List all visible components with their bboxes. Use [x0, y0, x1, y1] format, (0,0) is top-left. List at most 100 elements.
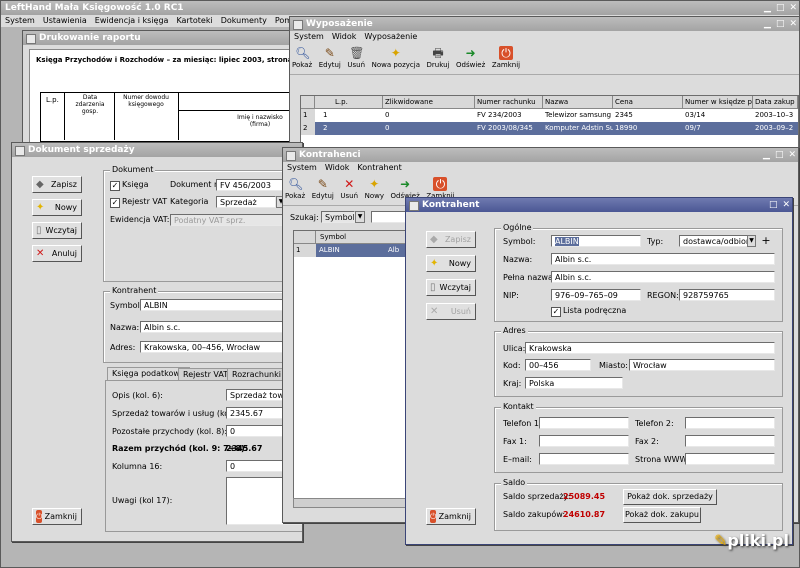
show-sales-documents-button[interactable]: Pokaż dok. sprzedaży — [623, 489, 717, 505]
dropdown-arrow-icon[interactable]: ▼ — [747, 235, 756, 247]
menu-system[interactable]: System — [290, 31, 328, 43]
ledger-checkbox[interactable]: ✓ — [110, 181, 120, 191]
column-header[interactable]: Cena — [613, 96, 683, 109]
refresh-button[interactable]: ➜ Odśwież — [456, 45, 485, 69]
edit-button[interactable]: ✎ Edytuj — [312, 176, 334, 200]
street-field[interactable]: Krakowska — [525, 342, 775, 354]
search-field-select[interactable]: Symbol — [321, 211, 355, 223]
new-button[interactable]: ✦ Nowy — [32, 199, 82, 216]
nip-field[interactable]: 976–09–765–09 — [551, 289, 641, 301]
delete-button[interactable]: ✕ Usuń — [340, 176, 358, 200]
delete-button[interactable]: ✕ Usuń — [426, 303, 476, 320]
contractors-title: Kontrahenci — [299, 150, 361, 160]
new-button[interactable]: ✦ Nowy — [426, 255, 476, 272]
report-col-number: Numer dowodu księgowego — [123, 94, 169, 108]
contractors-titlebar[interactable]: Kontrahenci ▁ □ ✕ — [283, 148, 798, 162]
document-number-field[interactable]: FV 456/2003 — [216, 179, 286, 191]
new-item-button[interactable]: ✦ Nowa pozycja — [372, 45, 420, 69]
menu-view[interactable]: Widok — [321, 162, 354, 174]
quick-list-checkbox[interactable]: ✓ — [551, 307, 561, 317]
new-star-icon: ✦ — [36, 202, 45, 213]
column-header[interactable]: Numer rachunku — [475, 96, 543, 109]
postal-code-field[interactable]: 00–456 — [525, 359, 591, 371]
full-name-field[interactable]: Albin s.c. — [551, 271, 775, 283]
phone2-field[interactable] — [685, 417, 775, 429]
load-button[interactable]: ▯ Wczytaj — [426, 279, 476, 296]
show-button[interactable]: 🔍︎ Pokaż — [285, 176, 305, 200]
menu-view[interactable]: Widok — [328, 31, 361, 43]
horizontal-scrollbar[interactable] — [293, 498, 411, 508]
column-header[interactable]: Nazwa — [543, 96, 613, 109]
delete-button[interactable]: 🗑︎ Usuń — [347, 45, 365, 69]
type-select[interactable]: dostawca/odbiorca — [679, 235, 755, 247]
minimize-icon[interactable]: ▁ — [764, 17, 771, 31]
column-header[interactable]: Data zakup — [753, 96, 798, 109]
sales-balance-value: 25089.45 — [563, 492, 606, 501]
maximize-icon[interactable]: □ — [775, 148, 784, 162]
close-icon[interactable]: ✕ — [782, 198, 790, 212]
dropdown-arrow-icon[interactable]: ▼ — [355, 211, 365, 223]
vat-record-select[interactable]: Podatny VAT sprz. — [170, 214, 286, 226]
maximize-icon[interactable]: □ — [776, 17, 785, 31]
close-button[interactable]: ⏻ Zamknij — [426, 508, 476, 525]
contractor-detail-titlebar[interactable]: Kontrahent □ ✕ — [406, 198, 792, 212]
table-row[interactable]: ALBIN Alb — [316, 244, 412, 257]
fax1-field[interactable] — [539, 435, 629, 447]
close-icon[interactable]: ✕ — [789, 17, 797, 31]
close-button[interactable]: ⏻ Zamknij — [32, 508, 82, 525]
menu-documents[interactable]: Dokumenty — [217, 15, 271, 27]
report-col-lp: L.p. — [46, 96, 59, 104]
column-header[interactable]: Numer w księdze p. — [683, 96, 753, 109]
table-row[interactable]: 2 2 0 FV 2003/08/345 Komputer Adstin Su … — [301, 122, 798, 135]
show-button[interactable]: 🔍︎ Pokaż — [292, 45, 312, 69]
main-titlebar[interactable]: LeftHand Mała Księgowość 1.0 RC1 ▁ □ ✕ — [1, 1, 799, 15]
close-button[interactable]: ⏻ Zamknij — [492, 45, 520, 69]
person-icon: ✎ — [714, 531, 728, 550]
contractor-name-field[interactable]: Albin s.c. — [140, 321, 300, 333]
load-button[interactable]: ▯ Wczytaj — [32, 222, 82, 239]
menu-files[interactable]: Kartoteki — [172, 15, 216, 27]
close-icon[interactable]: ✕ — [789, 1, 797, 15]
magnifier-icon: 🔍︎ — [288, 177, 304, 191]
email-field[interactable] — [539, 453, 629, 465]
minimize-icon[interactable]: ▁ — [763, 148, 770, 162]
sales-titlebar[interactable]: Dokument sprzedaży — [12, 143, 302, 157]
vat-register-checkbox[interactable]: ✓ — [110, 198, 120, 208]
name-field[interactable]: Albin s.c. — [551, 253, 775, 265]
cancel-button[interactable]: ✕ Anuluj — [32, 245, 82, 262]
fax2-field[interactable] — [685, 435, 775, 447]
contractor-address-field[interactable]: Krakowska, 00–456, Wrocław — [140, 341, 300, 353]
maximize-icon[interactable]: □ — [776, 1, 785, 15]
add-type-plus-icon[interactable]: + — [760, 235, 772, 247]
category-select[interactable]: Sprzedaż — [216, 196, 276, 208]
menu-equipment[interactable]: Wyposażenie — [360, 31, 421, 43]
equipment-titlebar[interactable]: Wyposażenie ▁ □ ✕ — [290, 17, 799, 31]
column-header-symbol[interactable]: Symbol — [316, 231, 412, 244]
print-button[interactable]: 🖶︎ Drukuj — [427, 45, 450, 69]
phone1-field[interactable] — [539, 417, 629, 429]
regon-field[interactable]: 928759765 — [679, 289, 775, 301]
show-purchase-documents-button[interactable]: Pokaż dok. zakupu — [623, 507, 701, 523]
table-row[interactable]: 1 1 0 FV 234/2003 Telewizor samsung 2345… — [301, 109, 798, 122]
symbol-field[interactable]: ALBIN — [551, 235, 641, 247]
menu-system[interactable]: System — [1, 15, 39, 27]
report-titlebar[interactable]: Drukowanie raportu — [23, 31, 303, 45]
country-field[interactable]: Polska — [525, 377, 623, 389]
contractor-symbol-field[interactable]: ALBIN — [140, 299, 300, 311]
column-header[interactable]: Zlikwidowane — [383, 96, 475, 109]
city-field[interactable]: Wrocław — [629, 359, 775, 371]
close-icon[interactable]: ✕ — [788, 148, 796, 162]
column-header[interactable]: L.p. — [315, 96, 383, 109]
website-field[interactable] — [685, 453, 775, 465]
menu-settings[interactable]: Ustawienia — [39, 15, 91, 27]
save-button[interactable]: ◆ Zapisz — [32, 176, 82, 193]
menu-system[interactable]: System — [283, 162, 321, 174]
menu-contractor[interactable]: Kontrahent — [353, 162, 405, 174]
menu-ledger[interactable]: Ewidencja i księga — [91, 15, 173, 27]
maximize-icon[interactable]: □ — [769, 198, 778, 212]
row-number: 1 — [294, 244, 316, 257]
minimize-icon[interactable]: ▁ — [764, 1, 771, 15]
edit-button[interactable]: ✎ Edytuj — [319, 45, 341, 69]
save-button[interactable]: ◆ Zapisz — [426, 231, 476, 248]
new-button[interactable]: ✦ Nowy — [365, 176, 384, 200]
